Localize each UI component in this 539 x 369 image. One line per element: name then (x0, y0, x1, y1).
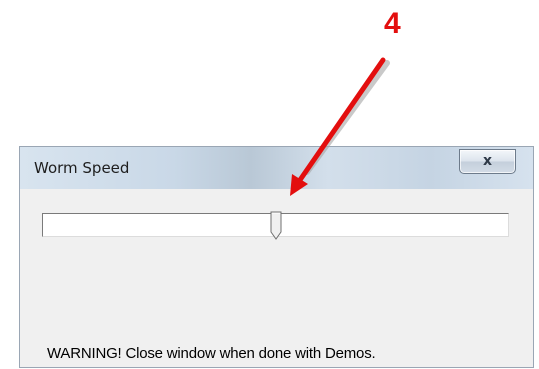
slider-thumb[interactable] (270, 211, 282, 241)
warning-message: WARNING! Close window when done with Dem… (47, 345, 376, 362)
worm-speed-slider[interactable] (42, 211, 509, 241)
worm-speed-window: Worm Speed x WARNING! Close window when … (19, 146, 534, 368)
title-bar[interactable]: Worm Speed x (20, 147, 533, 189)
window-title: Worm Speed (34, 159, 130, 177)
annotation-step-number: 4 (384, 7, 401, 40)
close-icon: x (482, 153, 493, 169)
close-button[interactable]: x (459, 149, 516, 174)
